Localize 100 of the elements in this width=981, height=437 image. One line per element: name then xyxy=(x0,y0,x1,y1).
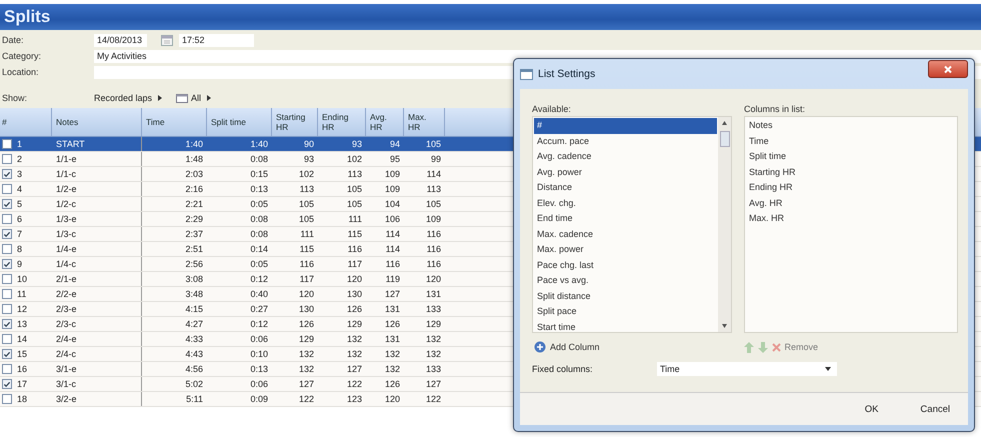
table-cell: 132 xyxy=(426,334,441,344)
table-cell: 0:10 xyxy=(250,349,268,359)
table-cell: 93 xyxy=(304,154,314,164)
table-cell: 1/4-e xyxy=(56,244,77,254)
table-cell: 127 xyxy=(384,289,400,299)
table-cell: 5 xyxy=(17,199,22,209)
table-cell: 1/3-e xyxy=(56,214,77,224)
table-cell: 116 xyxy=(348,244,362,254)
table-cell: 131 xyxy=(384,304,400,314)
table-cell: 94 xyxy=(390,139,400,149)
table-cell: 0:08 xyxy=(250,229,268,239)
table-cell: 109 xyxy=(384,184,400,194)
table-cell: 2:56 xyxy=(185,259,203,269)
table-cell: 0:08 xyxy=(250,214,268,224)
table-cell: 129 xyxy=(426,319,441,329)
table-cell: 2/3-c xyxy=(56,319,76,329)
table-cell: 116 xyxy=(386,259,400,269)
table-cell: 104 xyxy=(384,199,400,209)
table-cell: 105 xyxy=(426,139,441,149)
table-cell: 122 xyxy=(298,394,314,404)
table-cell: 0:12 xyxy=(250,319,268,329)
table-cell: 0:05 xyxy=(250,259,268,269)
table-cell: 109 xyxy=(426,214,441,224)
table-cell: 114 xyxy=(426,169,441,179)
table-cell: 5:11 xyxy=(186,394,203,404)
table-cell: 18 xyxy=(17,394,28,404)
table-cell: 111 xyxy=(300,229,314,239)
table-cell: 4 xyxy=(17,184,22,194)
table-cell: 3/2-e xyxy=(56,394,77,404)
table-cell: 120 xyxy=(298,289,314,299)
table-cell: 133 xyxy=(426,364,441,374)
table-cell: 16 xyxy=(17,364,28,374)
table-cell: 2/2-e xyxy=(56,289,77,299)
table-cell: 106 xyxy=(384,214,400,224)
table-cell: 3:48 xyxy=(185,289,203,299)
table-cell: 2:16 xyxy=(185,184,203,194)
table-cell: 3 xyxy=(17,169,22,179)
table-cell: 131 xyxy=(384,334,400,344)
table-cell: 2/1-e xyxy=(56,274,77,284)
table-cell: 0:12 xyxy=(250,274,268,284)
table-cell: 1/1-c xyxy=(56,169,76,179)
table-cell: 11 xyxy=(17,289,26,299)
table-cell: 0:06 xyxy=(250,334,268,344)
table-cell: 105 xyxy=(346,199,362,209)
table-cell: 127 xyxy=(426,379,441,389)
table-cell: 127 xyxy=(346,364,362,374)
table-cell: 0:09 xyxy=(250,394,268,404)
table-cell: 4:27 xyxy=(185,319,203,329)
table-cell: 0:27 xyxy=(250,304,268,314)
table-cell: 99 xyxy=(430,154,441,164)
table-cell: 129 xyxy=(346,319,362,329)
table-cell: 0:05 xyxy=(250,199,268,209)
table-cell: 2:03 xyxy=(185,169,203,179)
table-cell: 2/3-e xyxy=(56,304,77,314)
table-cell: 0:13 xyxy=(250,184,268,194)
table-cell: 2/4-c xyxy=(56,349,76,359)
table-cell: 126 xyxy=(384,379,400,389)
table-cell: 126 xyxy=(384,319,400,329)
table-cell: 114 xyxy=(386,229,400,239)
dialog-title: List Settings xyxy=(538,68,596,80)
table-cell: 132 xyxy=(384,364,400,374)
table-cell: 132 xyxy=(346,334,362,344)
table-cell: 132 xyxy=(426,349,441,359)
fixed-columns-label: Fixed columns: xyxy=(532,364,594,374)
table-cell: 5:02 xyxy=(185,379,203,389)
table-cell: 130 xyxy=(298,304,314,314)
table-cell: 126 xyxy=(298,319,314,329)
table-cell: 116 xyxy=(426,229,441,239)
table-cell: 111 xyxy=(348,214,362,224)
table-cell: 113 xyxy=(348,169,362,179)
table-cell: 102 xyxy=(298,169,314,179)
table-cell: 126 xyxy=(346,304,362,314)
table-cell: 123 xyxy=(346,394,362,404)
table-cell: 1:40 xyxy=(185,139,203,149)
table-cell: 4:56 xyxy=(185,364,203,374)
table-cell: 6 xyxy=(17,214,22,224)
table-cell: 0:08 xyxy=(250,154,268,164)
table-cell: 127 xyxy=(298,379,314,389)
table-cell: 1/2-e xyxy=(56,184,77,194)
table-cell: 2:37 xyxy=(185,229,203,239)
table-cell: 0:40 xyxy=(250,289,268,299)
table-cell: 122 xyxy=(426,394,441,404)
table-cell: 1/4-c xyxy=(56,259,76,269)
table-cell: 116 xyxy=(426,244,441,254)
window-title: Splits xyxy=(4,7,50,27)
table-cell: 120 xyxy=(426,274,441,284)
table-cell: 119 xyxy=(386,274,400,284)
table-cell: 10 xyxy=(17,274,28,284)
table-cell: 129 xyxy=(298,334,314,344)
table-cell: 1/2-c xyxy=(56,199,76,209)
table-cell: 132 xyxy=(298,364,314,374)
table-cell: 113 xyxy=(426,184,441,194)
table-cell: 122 xyxy=(346,379,362,389)
table-cell: 114 xyxy=(386,244,400,254)
table-cell: 90 xyxy=(304,139,314,149)
table-cell: 2:21 xyxy=(185,199,203,209)
table-cell: 1:48 xyxy=(185,154,203,164)
table-cell: 120 xyxy=(384,394,400,404)
list-label: Available: xyxy=(532,103,572,115)
table-cell: 2:51 xyxy=(185,244,203,254)
